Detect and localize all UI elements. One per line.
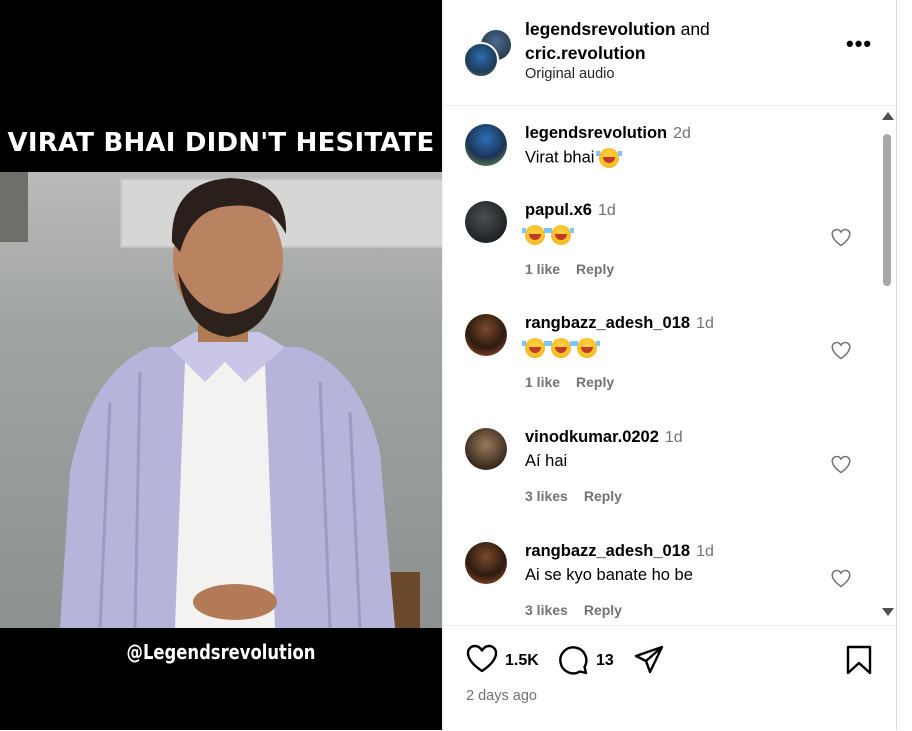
scroll-up-arrow-icon[interactable] <box>882 112 894 120</box>
heart-icon[interactable] <box>466 644 498 674</box>
action-bar: 1.5K 13 2 days ago <box>443 625 897 731</box>
post-sidebar: legendsrevolution and cric.revolution Or… <box>442 0 897 730</box>
reply-button[interactable]: Reply <box>584 602 622 618</box>
comment-count[interactable]: 13 <box>596 652 614 670</box>
comment-body <box>522 225 577 245</box>
comment-heart-icon[interactable] <box>831 455 851 475</box>
comment-body: Ai se kyo banate ho be <box>525 566 693 585</box>
comment-like-count[interactable]: 3 likes <box>525 488 568 504</box>
reply-button[interactable]: Reply <box>584 488 622 504</box>
comment-meta: 3 likes Reply <box>525 602 638 618</box>
comment-like-count[interactable]: 1 like <box>525 261 560 277</box>
username-text[interactable]: papul.x6 <box>525 201 592 219</box>
person-illustration <box>60 178 395 628</box>
comment-text: Virat bhai <box>525 148 595 167</box>
commenter-username[interactable]: legendsrevolution 2d <box>525 124 691 143</box>
commenter-avatar[interactable] <box>465 201 507 243</box>
comment-meta: 1 like Reply <box>525 374 630 390</box>
commenter-avatar[interactable] <box>465 542 507 584</box>
comment-like-count[interactable]: 3 likes <box>525 602 568 618</box>
rofl-emoji-icon <box>596 148 623 168</box>
rofl-emoji-icon <box>574 338 600 358</box>
comment-body <box>522 338 603 358</box>
comment-heart-icon[interactable] <box>831 569 851 589</box>
author-link-legendsrevolution[interactable]: legendsrevolution <box>525 19 676 39</box>
commenter-username[interactable]: vinodkumar.0202 1d <box>525 428 683 447</box>
commenter-username[interactable]: papul.x6 1d <box>525 201 616 220</box>
comments-list: legendsrevolution 2d Virat bhai papul.x6 1d… <box>443 106 877 624</box>
rofl-emoji-icon <box>548 338 574 358</box>
reply-button[interactable]: Reply <box>576 374 614 390</box>
rofl-emoji-icon <box>548 225 574 245</box>
rofl-emoji-icon <box>522 338 548 358</box>
video-frame <box>0 172 442 628</box>
commenter-avatar[interactable] <box>465 124 507 166</box>
rofl-emoji-icon <box>522 225 548 245</box>
comment-like-count[interactable]: 1 like <box>525 374 560 390</box>
video-caption: VIRAT BHAI DIDN'T HESITATE <box>7 128 435 158</box>
comment-body: Virat bhai <box>525 148 625 168</box>
comment-meta: 3 likes Reply <box>525 488 638 504</box>
comment-heart-icon[interactable] <box>831 228 851 248</box>
username-text[interactable]: vinodkumar.0202 <box>525 428 659 446</box>
post-timestamp[interactable]: 2 days ago <box>466 688 537 704</box>
scrollbar-thumb[interactable] <box>883 134 891 286</box>
comment-body: Aí hai <box>525 452 567 471</box>
commenter-username[interactable]: rangbazz_adesh_018 1d <box>525 314 714 333</box>
comment-time[interactable]: 1d <box>665 429 683 446</box>
comment-text: Aí hai <box>525 452 568 470</box>
comment-icon[interactable] <box>557 644 589 676</box>
reply-button[interactable]: Reply <box>576 261 614 277</box>
window-edge <box>896 0 912 730</box>
comment-time[interactable]: 1d <box>696 315 714 332</box>
commenter-avatar[interactable] <box>465 428 507 470</box>
comment-time[interactable]: 1d <box>598 202 616 219</box>
scroll-down-arrow-icon[interactable] <box>882 608 894 616</box>
post-media[interactable]: VIRAT BHAI DIDN'T HESITATE @Legendsrevol… <box>0 0 442 730</box>
comment-meta: 1 like Reply <box>525 261 630 277</box>
avatar-legendsrevolution[interactable] <box>463 42 499 78</box>
audio-link[interactable]: Original audio <box>525 66 614 82</box>
bookmark-icon[interactable] <box>845 644 873 676</box>
comment-text: Ai se kyo banate ho be <box>525 566 693 584</box>
post-header: legendsrevolution and cric.revolution Or… <box>443 0 897 106</box>
comment-time[interactable]: 1d <box>696 543 714 560</box>
collab-authors: legendsrevolution and cric.revolution <box>525 17 710 65</box>
like-count[interactable]: 1.5K <box>505 652 539 670</box>
comments-scrollbar[interactable] <box>877 106 897 624</box>
comment-time[interactable]: 2d <box>673 125 691 142</box>
username-text[interactable]: legendsrevolution <box>525 124 667 142</box>
collab-avatars[interactable] <box>463 28 513 78</box>
commenter-username[interactable]: rangbazz_adesh_018 1d <box>525 542 714 561</box>
comment-heart-icon[interactable] <box>831 341 851 361</box>
video-watermark: @Legendsrevolution <box>126 640 316 664</box>
username-text[interactable]: rangbazz_adesh_018 <box>525 314 690 332</box>
username-text[interactable]: rangbazz_adesh_018 <box>525 542 690 560</box>
author-link-cric-revolution[interactable]: cric.revolution <box>525 43 646 63</box>
commenter-avatar[interactable] <box>465 314 507 356</box>
send-icon[interactable] <box>633 644 665 676</box>
more-options-button[interactable]: ••• <box>846 33 872 58</box>
author-connector: and <box>680 19 710 39</box>
